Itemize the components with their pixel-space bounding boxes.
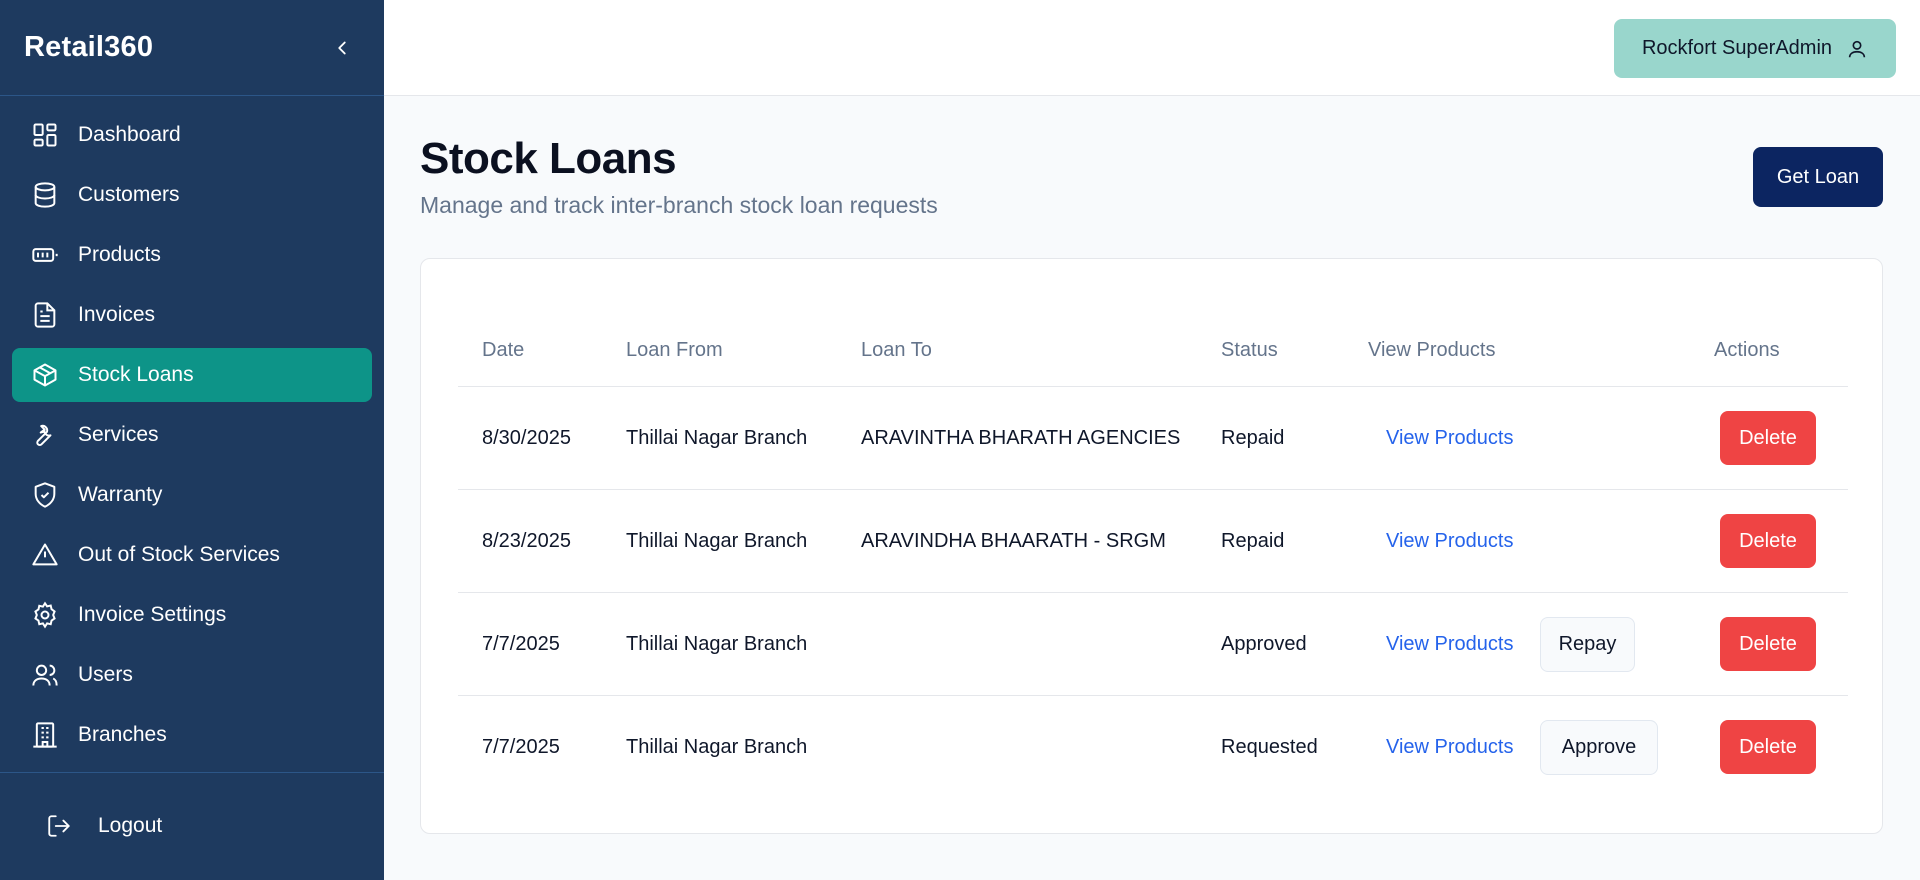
repay-button[interactable]: Repay [1540,617,1635,672]
brand-bar: Retail360 [0,0,384,96]
gear-icon [30,600,60,630]
column-header-loan-from: Loan From [626,339,723,361]
sidebar-item-branches[interactable]: Branches [12,708,372,762]
building-icon [30,720,60,750]
cell-status: Repaid [1221,530,1285,552]
sidebar-item-dashboard[interactable]: Dashboard [12,108,372,162]
user-icon [1846,38,1868,60]
cell-date: 7/7/2025 [482,736,560,758]
get-loan-button[interactable]: Get Loan [1753,147,1883,207]
cell-date: 8/30/2025 [482,427,571,449]
brand-logo: Retail360 [24,31,154,63]
cell-loan-to: ARAVINTHA BHARATH AGENCIES [861,427,1181,449]
sidebar-item-label: Dashboard [78,123,181,146]
topbar: Rockfort SuperAdmin [384,0,1920,96]
delete-button[interactable]: Delete [1720,617,1816,671]
chevron-left-icon [338,41,346,54]
view-products-link[interactable]: View Products [1386,633,1513,656]
logout-icon [44,811,74,841]
sidebar-item-users[interactable]: Users [12,648,372,702]
view-products-link[interactable]: View Products [1386,427,1513,450]
sidebar-item-services[interactable]: Services [12,408,372,462]
sidebar-item-products[interactable]: Products [12,228,372,282]
table-row: 8/30/2025 Thillai Nagar Branch ARAVINTHA… [458,387,1848,490]
box-icon [30,360,60,390]
sidebar-item-label: Products [78,243,161,266]
sidebar-item-label: Branches [78,723,167,746]
page-subtitle: Manage and track inter-branch stock loan… [420,192,938,218]
sidebar-item-label: Warranty [78,483,163,506]
column-header-view-products: View Products [1368,339,1496,361]
sidebar-item-out-of-stock-services[interactable]: Out of Stock Services [12,528,372,582]
table-row: 7/7/2025 Thillai Nagar Branch Approved V… [458,593,1848,696]
stock-loans-table: Date Loan From Loan To Status View Produ… [420,258,1883,834]
users-icon [30,660,60,690]
cell-status: Repaid [1221,427,1285,449]
table-row: 8/23/2025 Thillai Nagar Branch ARAVINDHA… [458,490,1848,593]
sidebar-item-label: Services [78,423,159,446]
sidebar-item-label: Customers [78,183,180,206]
delete-button[interactable]: Delete [1720,514,1816,568]
cell-loan-from: Thillai Nagar Branch [626,427,808,449]
sidebar-item-warranty[interactable]: Warranty [12,468,372,522]
view-products-link[interactable]: View Products [1386,736,1513,759]
sidebar-footer: Logout [0,772,384,880]
column-header-loan-to: Loan To [861,339,932,361]
cell-status: Requested [1221,736,1318,758]
sidebar-item-label: Stock Loans [78,363,194,386]
page-title: Stock Loans [420,134,677,183]
sidebar-item-label: Out of Stock Services [78,543,280,566]
wrench-icon [30,420,60,450]
user-menu-button[interactable]: Rockfort SuperAdmin [1614,19,1896,78]
sidebar: Retail360 Dashboard Customers Products I… [0,0,384,880]
cell-loan-to: ARAVINDHA BHAARATH - SRGM [861,530,1166,552]
logout-label: Logout [98,814,163,837]
cell-date: 7/7/2025 [482,633,560,655]
sidebar-item-invoices[interactable]: Invoices [12,288,372,342]
approve-button[interactable]: Approve [1540,720,1658,775]
cell-loan-from: Thillai Nagar Branch [626,736,808,758]
sidebar-item-label: Users [78,663,133,686]
logout-button[interactable]: Logout [36,803,162,849]
user-name: Rockfort SuperAdmin [1641,37,1833,59]
cell-date: 8/23/2025 [482,530,571,552]
delete-button[interactable]: Delete [1720,411,1816,465]
battery-icon [30,240,60,270]
column-header-date: Date [482,339,525,361]
cell-status: Approved [1221,633,1307,655]
warning-triangle-icon [30,540,60,570]
database-icon [30,180,60,210]
sidebar-item-customers[interactable]: Customers [12,168,372,222]
view-products-link[interactable]: View Products [1386,530,1513,553]
shield-check-icon [30,480,60,510]
table-row: 7/7/2025 Thillai Nagar Branch Requested … [458,696,1848,799]
sidebar-nav: Dashboard Customers Products Invoices St… [0,96,384,762]
delete-button[interactable]: Delete [1720,720,1816,774]
column-header-status: Status [1221,339,1278,361]
sidebar-item-label: Invoice Settings [78,603,227,626]
sidebar-item-label: Invoices [78,303,156,326]
sidebar-item-invoice-settings[interactable]: Invoice Settings [12,588,372,642]
column-header-actions: Actions [1714,339,1780,361]
document-icon [30,300,60,330]
dashboard-grid-icon [30,120,60,150]
cell-loan-from: Thillai Nagar Branch [626,633,808,655]
cell-loan-from: Thillai Nagar Branch [626,530,808,552]
sidebar-item-stock-loans[interactable]: Stock Loans [12,348,372,402]
collapse-sidebar-button[interactable] [324,30,360,66]
